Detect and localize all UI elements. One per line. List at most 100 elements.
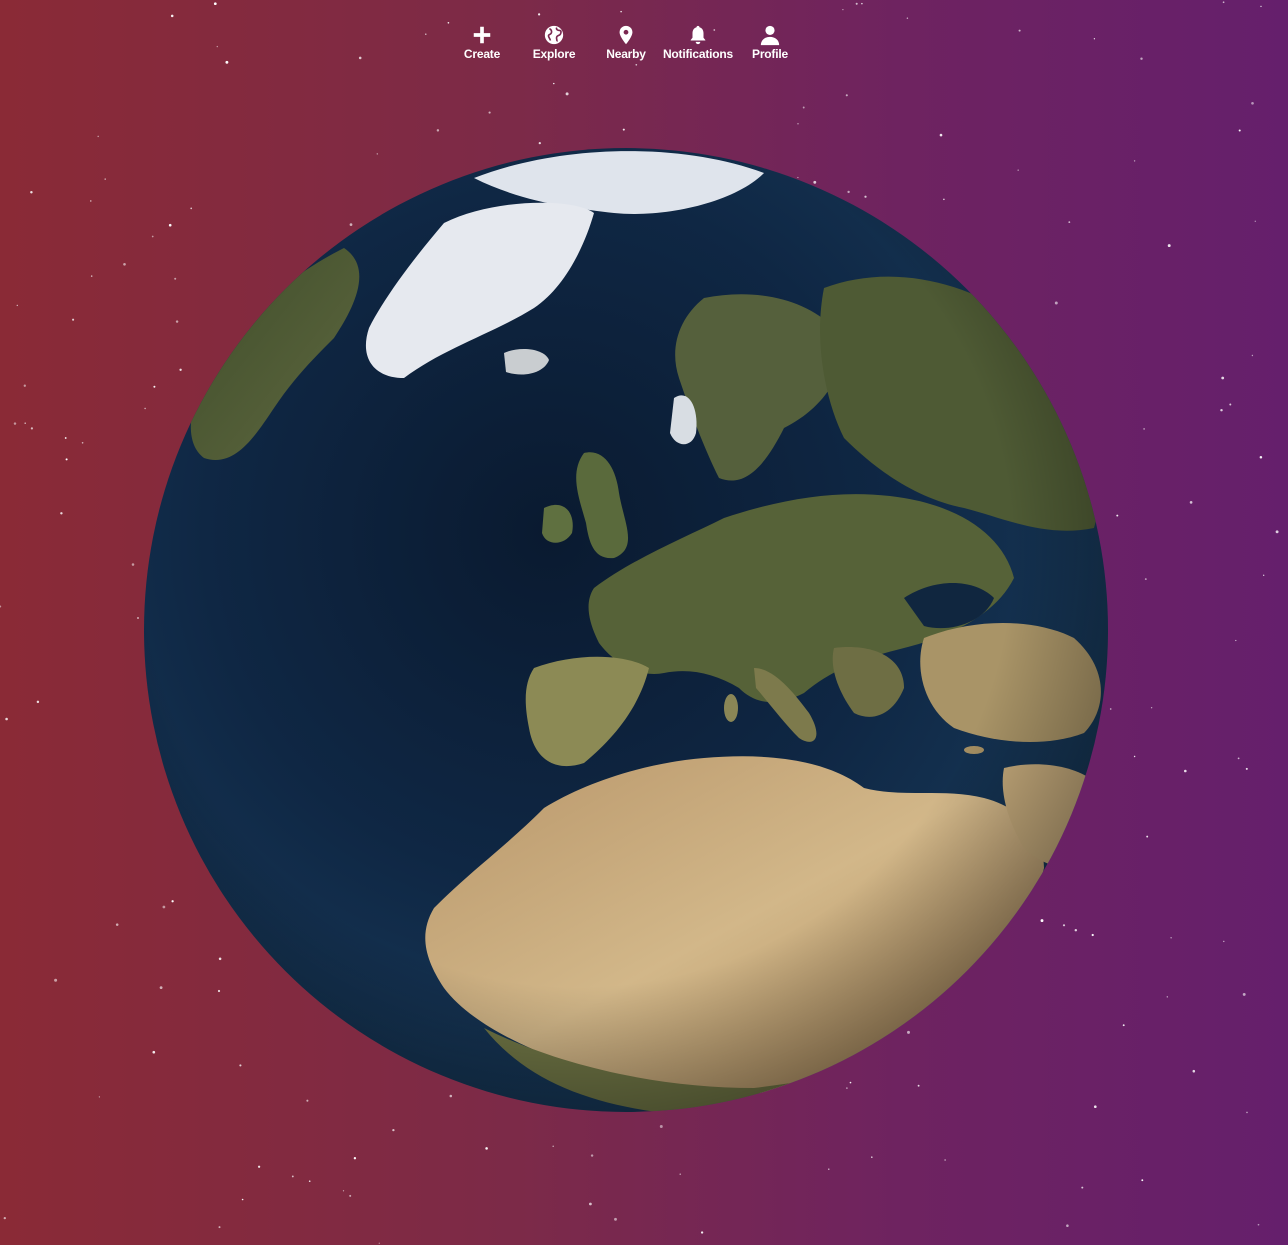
star	[537, 13, 541, 16]
nav-notifications-label: Notifications	[662, 47, 734, 61]
star	[36, 700, 40, 704]
star	[241, 1198, 244, 1201]
star	[1150, 707, 1153, 709]
nav-create-button[interactable]: Create	[446, 24, 518, 68]
star	[54, 978, 58, 982]
star	[137, 617, 139, 619]
star	[90, 200, 92, 202]
nav-nearby-label: Nearby	[606, 47, 646, 61]
star	[90, 275, 93, 277]
star	[589, 1202, 592, 1206]
star	[349, 1194, 352, 1197]
globe-shading	[144, 148, 1108, 1112]
star	[291, 1175, 294, 1178]
star	[392, 1128, 395, 1132]
star	[1133, 160, 1136, 162]
star	[1238, 129, 1241, 132]
star	[0, 605, 2, 608]
star	[97, 135, 99, 138]
star	[81, 441, 84, 444]
star	[1133, 755, 1136, 758]
star	[1259, 455, 1263, 459]
star	[842, 8, 844, 11]
star	[5, 717, 8, 721]
star	[1093, 38, 1096, 40]
star	[1257, 1223, 1260, 1226]
star	[1260, 5, 1262, 8]
star	[659, 1125, 663, 1128]
star	[1235, 639, 1237, 642]
nav-explore-label: Explore	[532, 47, 576, 61]
nav-profile-button[interactable]: Profile	[734, 24, 806, 68]
star	[1237, 757, 1240, 760]
nav-profile-label: Profile	[752, 47, 788, 61]
star	[104, 178, 106, 180]
star	[378, 1242, 380, 1244]
star	[1018, 29, 1021, 32]
star	[622, 128, 625, 131]
star	[538, 141, 541, 145]
star	[257, 1165, 261, 1168]
star	[65, 458, 68, 461]
star	[679, 1173, 681, 1175]
star	[1140, 57, 1143, 60]
star	[855, 2, 858, 5]
star	[802, 106, 805, 109]
star	[1229, 403, 1232, 406]
star	[565, 92, 569, 96]
star	[23, 384, 26, 387]
nav-explore-button[interactable]: Explore	[518, 24, 590, 68]
star	[1144, 578, 1147, 581]
star	[1223, 940, 1225, 943]
star	[64, 437, 67, 439]
nav-notifications-button[interactable]: Notifications	[662, 24, 734, 68]
star	[1109, 708, 1112, 710]
star	[939, 133, 943, 137]
star	[1143, 428, 1145, 430]
star	[1221, 376, 1225, 380]
star	[1246, 1111, 1248, 1114]
star	[1242, 992, 1246, 996]
star	[1254, 220, 1257, 223]
star	[1167, 244, 1171, 248]
star	[13, 422, 17, 425]
star	[353, 1157, 357, 1160]
star	[342, 1190, 345, 1192]
earth-globe[interactable]	[144, 148, 1108, 1112]
star	[131, 563, 135, 566]
star	[1189, 501, 1193, 504]
star	[944, 1159, 946, 1161]
nav-nearby-button[interactable]: Nearby	[590, 24, 662, 68]
star	[590, 1154, 594, 1157]
nav-create-label: Create	[463, 47, 501, 61]
star	[485, 1147, 488, 1150]
star	[1222, 1, 1225, 4]
star	[358, 56, 362, 60]
star	[797, 123, 799, 125]
star	[16, 304, 19, 307]
star	[218, 1226, 221, 1229]
star	[1116, 514, 1119, 517]
star	[115, 923, 119, 926]
bell-icon	[690, 25, 706, 45]
star	[1141, 1179, 1144, 1182]
star	[1122, 1024, 1125, 1027]
user-icon	[760, 25, 780, 46]
star	[24, 422, 26, 424]
star	[1146, 835, 1149, 838]
star	[1081, 1186, 1084, 1189]
star	[1183, 769, 1187, 773]
star	[1066, 1224, 1069, 1227]
star	[906, 17, 909, 19]
star	[1275, 530, 1279, 534]
star	[170, 14, 174, 18]
star	[216, 45, 218, 48]
star	[3, 1216, 6, 1220]
star	[123, 262, 126, 266]
star	[552, 1145, 554, 1147]
star	[845, 94, 848, 97]
star	[700, 1231, 704, 1234]
star	[1192, 1069, 1196, 1073]
star	[861, 2, 863, 5]
star	[225, 60, 229, 64]
